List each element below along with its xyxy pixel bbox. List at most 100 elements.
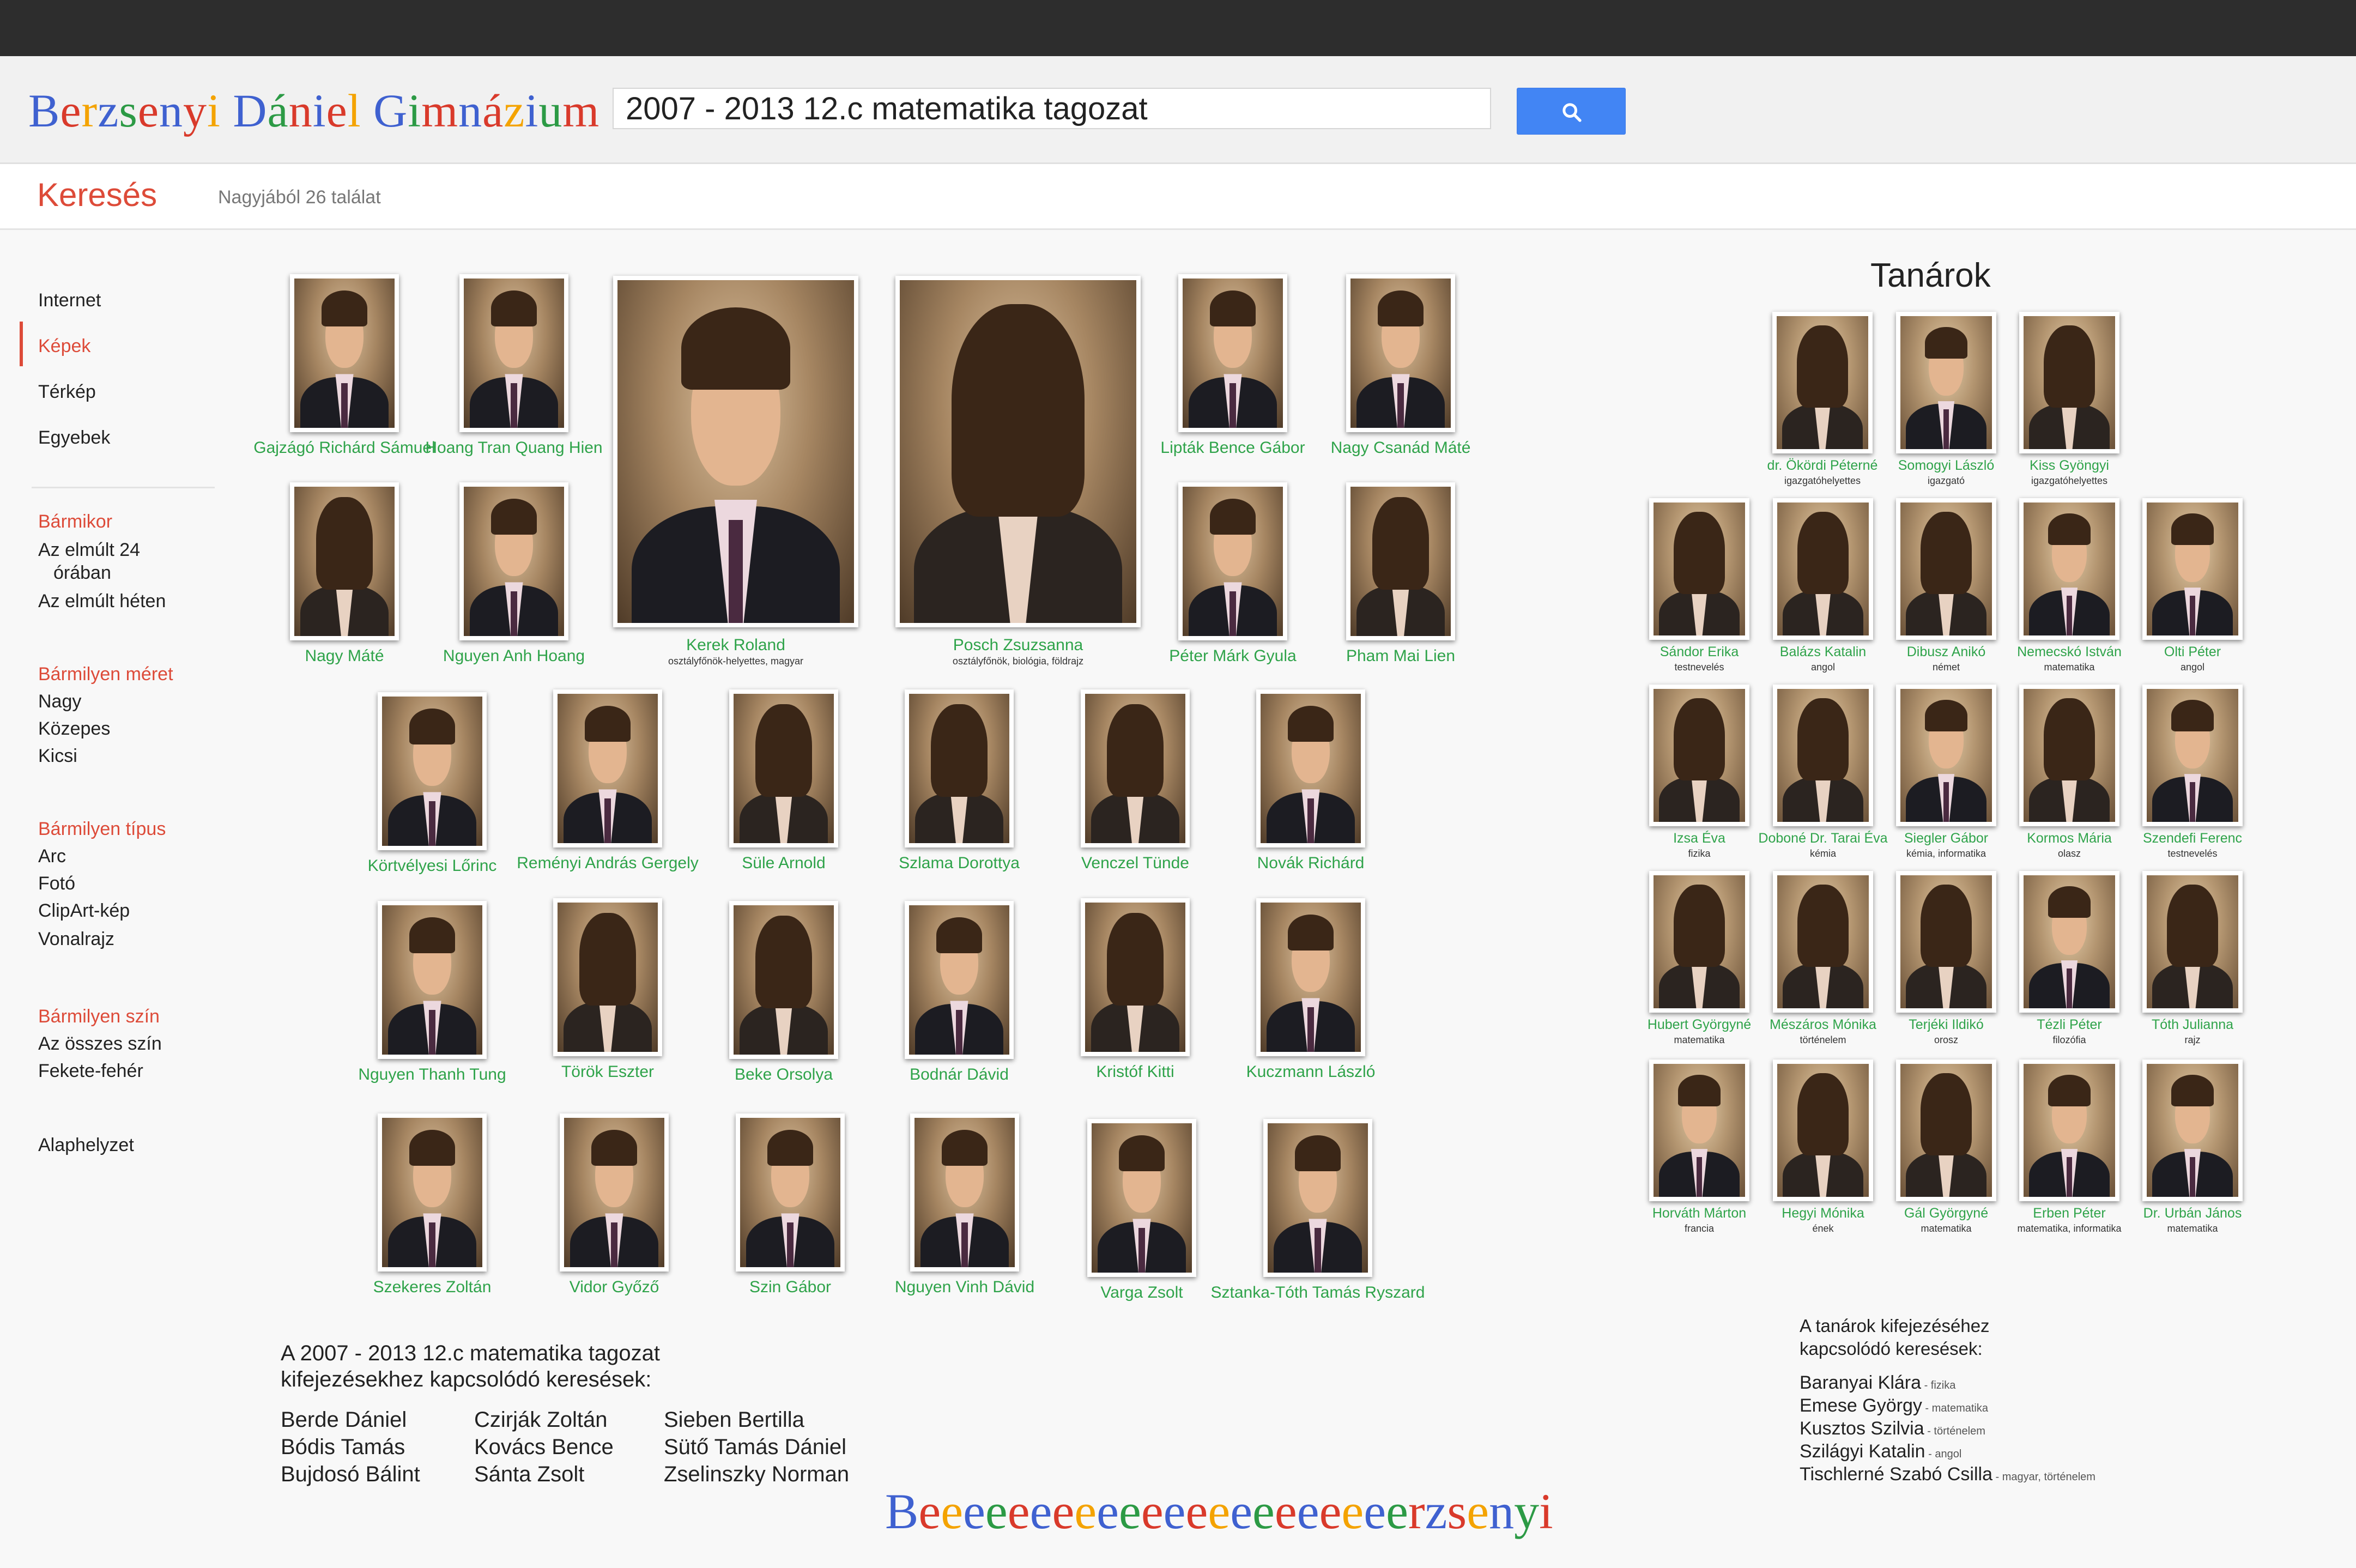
teacher-name[interactable]: Horváth Márton: [1652, 1206, 1746, 1221]
related-link[interactable]: Sánta Zsolt: [474, 1461, 584, 1488]
filter-type-head[interactable]: Bármilyen típus: [38, 819, 166, 840]
portrait-photo[interactable]: [459, 274, 568, 432]
portrait-photo[interactable]: [1649, 871, 1749, 1013]
portrait-photo[interactable]: [1896, 871, 1996, 1013]
portrait-photo[interactable]: [910, 1113, 1019, 1272]
teacher-name[interactable]: Nemecskó István: [2017, 644, 2122, 660]
teacher-name[interactable]: Mészáros Mónika: [1770, 1017, 1876, 1033]
student-name[interactable]: Gajzágó Richárd Sámuel: [253, 439, 435, 457]
portrait-photo[interactable]: [1773, 685, 1873, 826]
portrait-photo[interactable]: [613, 276, 858, 627]
portrait-photo[interactable]: [2019, 685, 2119, 826]
filter-type-lineart[interactable]: Vonalrajz: [38, 928, 114, 951]
portrait-photo[interactable]: [729, 689, 838, 847]
portrait-photo[interactable]: [1087, 1119, 1196, 1277]
student-name[interactable]: Nguyen Vinh Dávid: [895, 1278, 1034, 1297]
related-link[interactable]: Sütő Tamás Dániel: [664, 1433, 846, 1461]
teacher-related-link[interactable]: Kusztos Szilvia - történelem: [1800, 1418, 1985, 1439]
portrait-photo[interactable]: [895, 276, 1141, 627]
teacher-related-link[interactable]: Baranyai Klára - fizika: [1800, 1372, 1955, 1394]
student-name[interactable]: Nguyen Thanh Tung: [358, 1065, 506, 1084]
portrait-photo[interactable]: [736, 1113, 845, 1272]
teacher-name[interactable]: Kiss Gyöngyi: [2030, 458, 2109, 474]
teacher-name[interactable]: Sándor Erika: [1660, 644, 1739, 660]
student-name[interactable]: Körtvélyesi Lőrinc: [368, 857, 497, 875]
related-link[interactable]: Czirják Zoltán: [474, 1406, 608, 1433]
site-logo[interactable]: Berzsenyi Dániel Gimnázium: [28, 83, 599, 138]
student-name[interactable]: Reményi András Gergely: [517, 854, 699, 873]
portrait-photo[interactable]: [1773, 498, 1873, 640]
filter-size-large[interactable]: Nagy: [38, 690, 81, 713]
filter-color-all[interactable]: Az összes szín: [38, 1032, 162, 1055]
teacher-related-link[interactable]: Tischlerné Szabó Csilla - magyar, történ…: [1800, 1464, 2095, 1485]
teacher-name[interactable]: Dr. Urbán János: [2143, 1206, 2242, 1221]
student-name[interactable]: Nagy Máté: [305, 647, 384, 665]
student-name[interactable]: Varga Zsolt: [1100, 1284, 1183, 1302]
nav-map[interactable]: Térkép: [38, 380, 96, 403]
portrait-photo[interactable]: [553, 689, 662, 847]
teacher-name[interactable]: Izsa Éva: [1673, 831, 1725, 846]
student-name[interactable]: Nguyen Anh Hoang: [443, 647, 585, 665]
filter-type-photo[interactable]: Fotó: [38, 872, 75, 895]
portrait-photo[interactable]: [290, 274, 399, 432]
portrait-photo[interactable]: [378, 1113, 487, 1272]
portrait-photo[interactable]: [2142, 1060, 2243, 1201]
student-name[interactable]: Venczel Tünde: [1081, 854, 1189, 873]
filter-time-24h[interactable]: Az elmúlt 24: [38, 538, 140, 561]
student-name[interactable]: Hoang Tran Quang Hien: [425, 439, 602, 457]
portrait-photo[interactable]: [2019, 1060, 2119, 1201]
related-link[interactable]: Zselinszky Norman: [664, 1461, 849, 1488]
portrait-photo[interactable]: [1896, 312, 1996, 453]
teacher-name[interactable]: Olti Péter: [2164, 644, 2221, 660]
portrait-photo[interactable]: [1649, 498, 1749, 640]
search-button[interactable]: [1517, 88, 1626, 135]
nav-internet[interactable]: Internet: [38, 289, 101, 312]
student-name[interactable]: Novák Richárd: [1257, 854, 1365, 873]
portrait-photo[interactable]: [2142, 685, 2243, 826]
portrait-photo[interactable]: [1081, 898, 1190, 1056]
teacher-name[interactable]: Somogyi László: [1898, 458, 1994, 474]
portrait-photo[interactable]: [1896, 498, 1996, 640]
student-name[interactable]: Szekeres Zoltán: [373, 1278, 492, 1297]
portrait-photo[interactable]: [1649, 685, 1749, 826]
class-teacher-name[interactable]: Posch Zsuzsanna: [953, 636, 1083, 655]
portrait-photo[interactable]: [1773, 1060, 1873, 1201]
portrait-photo[interactable]: [459, 482, 568, 640]
filter-color-bw[interactable]: Fekete-fehér: [38, 1060, 143, 1082]
portrait-photo[interactable]: [560, 1113, 669, 1272]
student-name[interactable]: Lipták Bence Gábor: [1160, 439, 1305, 457]
filter-type-face[interactable]: Arc: [38, 845, 66, 868]
student-name[interactable]: Süle Arnold: [742, 854, 825, 873]
portrait-photo[interactable]: [1178, 482, 1287, 640]
portrait-photo[interactable]: [2019, 312, 2119, 453]
teacher-name[interactable]: Szendefi Ferenc: [2143, 831, 2242, 846]
filter-time-head[interactable]: Bármikor: [38, 511, 112, 532]
student-name[interactable]: Sztanka-Tóth Tamás Ryszard: [1211, 1284, 1425, 1302]
filter-size-head[interactable]: Bármilyen méret: [38, 664, 173, 685]
nav-images[interactable]: Képek: [38, 335, 90, 358]
filter-size-small[interactable]: Kicsi: [38, 744, 77, 767]
student-name[interactable]: Beke Orsolya: [735, 1065, 833, 1084]
portrait-photo[interactable]: [1772, 312, 1873, 453]
student-name[interactable]: Péter Márk Gyula: [1169, 647, 1296, 665]
related-link[interactable]: Kovács Bence: [474, 1433, 614, 1461]
portrait-photo[interactable]: [2142, 871, 2243, 1013]
teacher-name[interactable]: Doboné Dr. Tarai Éva: [1758, 831, 1887, 846]
teacher-name[interactable]: Gál Györgyné: [1904, 1206, 1988, 1221]
portrait-photo[interactable]: [1896, 1060, 1996, 1201]
teacher-name[interactable]: Tézli Péter: [2037, 1017, 2101, 1033]
student-name[interactable]: Kuczmann László: [1246, 1063, 1376, 1081]
related-link[interactable]: Bujdosó Bálint: [281, 1461, 420, 1488]
portrait-photo[interactable]: [378, 692, 487, 850]
portrait-photo[interactable]: [905, 901, 1014, 1059]
teacher-name[interactable]: dr. Ökördi Péterné: [1767, 458, 1878, 474]
portrait-photo[interactable]: [2019, 498, 2119, 640]
teacher-name[interactable]: Balázs Katalin: [1780, 644, 1866, 660]
portrait-photo[interactable]: [1256, 689, 1365, 847]
filter-time-24h-cont[interactable]: órában: [53, 561, 111, 584]
student-name[interactable]: Bodnár Dávid: [910, 1065, 1009, 1084]
portrait-photo[interactable]: [1649, 1060, 1749, 1201]
portrait-photo[interactable]: [1263, 1119, 1372, 1277]
portrait-photo[interactable]: [290, 482, 399, 640]
portrait-photo[interactable]: [1773, 871, 1873, 1013]
